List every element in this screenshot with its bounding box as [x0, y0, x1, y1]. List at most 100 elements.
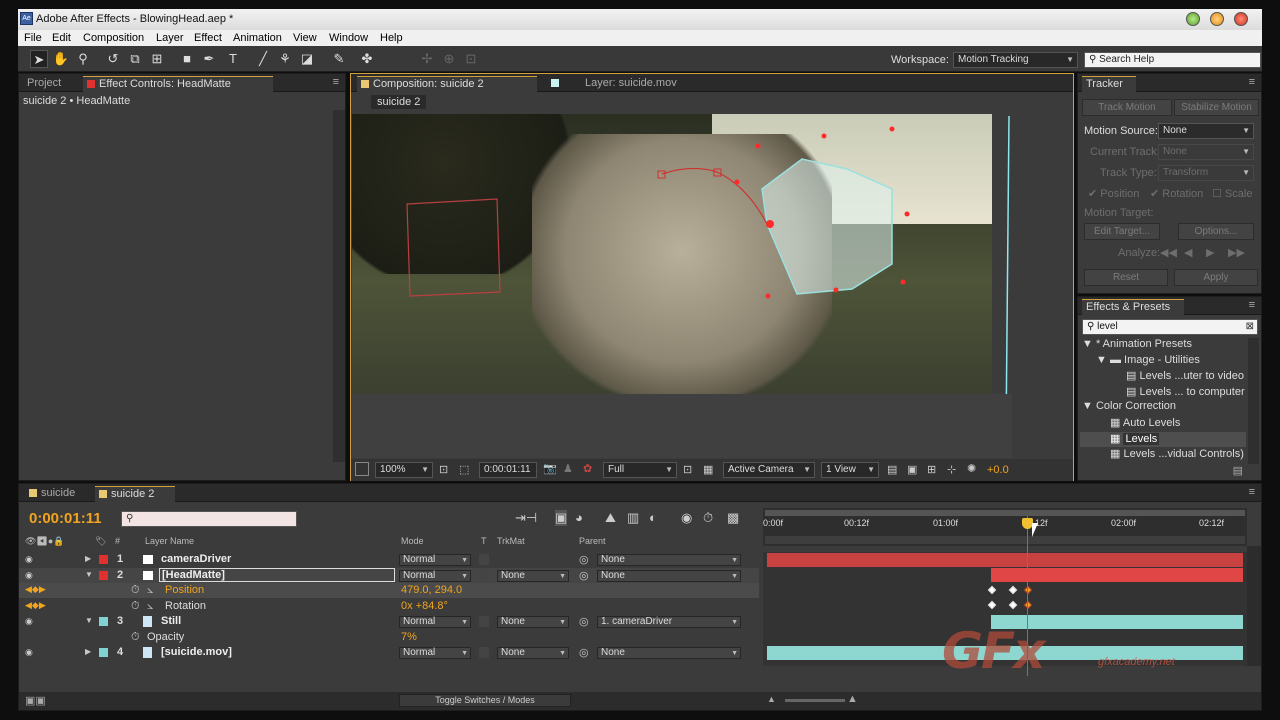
keyframe-icon[interactable] — [987, 600, 997, 610]
comp-label[interactable]: suicide 2 — [371, 95, 427, 109]
parent-dropdown[interactable]: 1. cameraDriver — [597, 616, 741, 628]
brainstorm-icon[interactable]: ◉ — [681, 510, 692, 526]
mode-dropdown[interactable]: Normal — [399, 554, 471, 566]
menu-effect[interactable]: Effect — [194, 32, 222, 44]
tab-tracker[interactable]: Tracker — [1082, 76, 1136, 92]
fast-preview-icon[interactable]: ▣ — [907, 463, 917, 476]
options-button[interactable]: Options... — [1178, 223, 1254, 240]
tab-effect-controls[interactable]: Effect Controls: HeadMatte — [83, 76, 273, 92]
roto-brush-tool-icon[interactable]: ✎ — [330, 50, 348, 68]
motion-blur-icon[interactable]: ◐ — [649, 510, 657, 525]
time-ruler[interactable]: 0:00f 00:12f 01:00f 12f 02:00f 02:12f — [763, 508, 1247, 546]
live-update-icon[interactable]: ▣ — [555, 510, 568, 526]
minimize-button[interactable] — [1186, 12, 1200, 26]
trkmat-dropdown[interactable]: None — [497, 647, 569, 659]
mode-dropdown[interactable]: Normal — [399, 647, 471, 659]
layer-name[interactable]: Still — [161, 615, 181, 627]
menu-view[interactable]: View — [293, 32, 317, 44]
menu-layer[interactable]: Layer — [156, 32, 184, 44]
close-button[interactable] — [1234, 12, 1248, 26]
stopwatch-icon[interactable]: ⏱ — [131, 584, 140, 597]
panel-menu-icon[interactable]: ≡ — [333, 76, 339, 88]
preserve-transparency-box[interactable] — [479, 647, 489, 658]
panel-menu-icon[interactable]: ≡ — [1249, 486, 1255, 498]
tab-project[interactable]: Project — [23, 76, 65, 92]
zoom-out-icon[interactable]: ▲ — [767, 694, 776, 704]
twirl-icon[interactable]: ▶ — [85, 554, 91, 563]
reset-button[interactable]: Reset — [1084, 269, 1168, 286]
always-preview-icon[interactable] — [355, 462, 369, 476]
menu-help[interactable]: Help — [380, 32, 403, 44]
track-type-dropdown[interactable]: Transform — [1158, 165, 1254, 181]
property-row[interactable]: ⏱ Opacity 7% — [19, 630, 759, 645]
parent-dropdown[interactable]: None — [597, 647, 741, 659]
tree-item[interactable]: ▼ ▬ Image - Utilities — [1080, 354, 1246, 370]
stabilize-motion-button[interactable]: Stabilize Motion — [1174, 99, 1259, 116]
resolution-dropdown[interactable]: Full — [603, 462, 677, 478]
label-swatch[interactable] — [99, 570, 108, 580]
graph-scrollbar[interactable] — [1247, 546, 1261, 666]
camera-tool-icon[interactable]: ⧉ — [126, 50, 144, 68]
panel-menu-icon[interactable]: ≡ — [1249, 299, 1255, 311]
toggle-pixel-aspect-icon[interactable]: ▤ — [887, 463, 897, 476]
safe-zones-icon[interactable]: ⊡ — [439, 463, 448, 476]
pan-behind-tool-icon[interactable]: ⊞ — [148, 50, 166, 68]
scale-checkbox[interactable]: ☐ Scale — [1212, 187, 1252, 200]
maximize-button[interactable] — [1210, 12, 1224, 26]
eye-icon[interactable]: ◉ — [25, 554, 35, 564]
preserve-transparency-box[interactable] — [479, 569, 489, 581]
tab-composition[interactable]: Composition: suicide 2 — [357, 76, 537, 92]
pickwhip-icon[interactable]: ◎ — [579, 646, 589, 659]
zoom-in-icon[interactable]: ▲ — [847, 693, 858, 705]
layer-row[interactable]: ◉ ▼ 3 Still Normal None ◎ 1. cameraDrive… — [19, 614, 759, 629]
label-swatch[interactable] — [99, 617, 108, 626]
tab-layer[interactable]: Layer: suicide.mov — [547, 76, 707, 92]
layer-row[interactable]: ◉ ▶ 4 [suicide.mov] Normal None ◎ None — [19, 645, 759, 660]
hide-shy-icon[interactable]: ⛰ — [605, 510, 616, 526]
graph-icon[interactable]: ⦣ — [147, 584, 153, 597]
stopwatch-icon[interactable]: ⏱ — [131, 600, 140, 613]
property-value[interactable]: 7% — [401, 631, 417, 643]
pickwhip-icon[interactable]: ◎ — [579, 615, 589, 628]
tab-comp-suicide[interactable]: suicide — [25, 486, 89, 502]
edit-target-button[interactable]: Edit Target... — [1084, 223, 1160, 240]
draft-3d-icon[interactable]: ◕ — [575, 510, 583, 525]
property-value[interactable]: 479.0, 294.0 — [401, 584, 462, 596]
property-row[interactable]: ◀◆▶ ⏱ ⦣ Rotation 0x +84.8° — [19, 599, 759, 614]
position-checkbox[interactable]: ✔ Position — [1088, 187, 1139, 200]
tree-item[interactable]: ▤ Levels ... to computer — [1080, 385, 1246, 401]
snapshot-icon[interactable]: 📷 — [543, 462, 557, 475]
twirl-open-icon[interactable]: ▼ — [85, 570, 93, 579]
puppet-tool-icon[interactable]: ✤ — [358, 50, 376, 68]
layer-bar[interactable] — [991, 568, 1243, 582]
preserve-transparency-box[interactable] — [479, 616, 489, 627]
keyframe-icon[interactable] — [1023, 600, 1033, 610]
clear-search-icon[interactable]: ⊠ — [1246, 320, 1254, 334]
keyframe-icon[interactable] — [987, 585, 997, 595]
layer-name[interactable]: cameraDriver — [161, 553, 231, 565]
exposure-icon[interactable]: ✺ — [967, 462, 976, 475]
tree-item[interactable]: ▤ Levels ...uter to video — [1080, 369, 1246, 385]
layer-bar[interactable] — [767, 553, 1243, 567]
analyze-back-all-icon[interactable]: ◀◀ — [1160, 246, 1177, 259]
preserve-transparency-box[interactable] — [479, 554, 489, 565]
comp-mini-flowchart-icon[interactable]: ⇥⊣ — [515, 510, 537, 526]
col-layer-name[interactable]: Layer Name — [145, 536, 194, 546]
analyze-forward-all-icon[interactable]: ▶▶ — [1228, 246, 1245, 259]
keyframe-icon[interactable] — [1023, 585, 1033, 595]
camera-dropdown[interactable]: Active Camera — [723, 462, 815, 478]
mask-visibility-icon[interactable]: ⬚ — [459, 463, 469, 476]
rotate-tool-icon[interactable]: ↺ — [104, 50, 122, 68]
parent-dropdown[interactable]: None — [597, 554, 741, 566]
brush-tool-icon[interactable]: ╱ — [254, 50, 272, 68]
tree-item[interactable]: ▼ * Animation Presets — [1080, 338, 1246, 354]
tree-item-selected[interactable]: ▦ Levels — [1080, 431, 1246, 448]
eye-icon[interactable]: ◉ — [25, 647, 35, 657]
menu-edit[interactable]: Edit — [52, 32, 71, 44]
label-swatch[interactable] — [99, 648, 108, 657]
analyze-back-icon[interactable]: ◀ — [1184, 246, 1192, 259]
rectangle-tool-icon[interactable]: ■ — [178, 50, 196, 68]
menu-window[interactable]: Window — [329, 32, 368, 44]
trkmat-dropdown[interactable]: None — [497, 569, 569, 582]
property-row[interactable]: ◀◆▶ ⏱ ⦣ Position 479.0, 294.0 — [19, 583, 759, 598]
